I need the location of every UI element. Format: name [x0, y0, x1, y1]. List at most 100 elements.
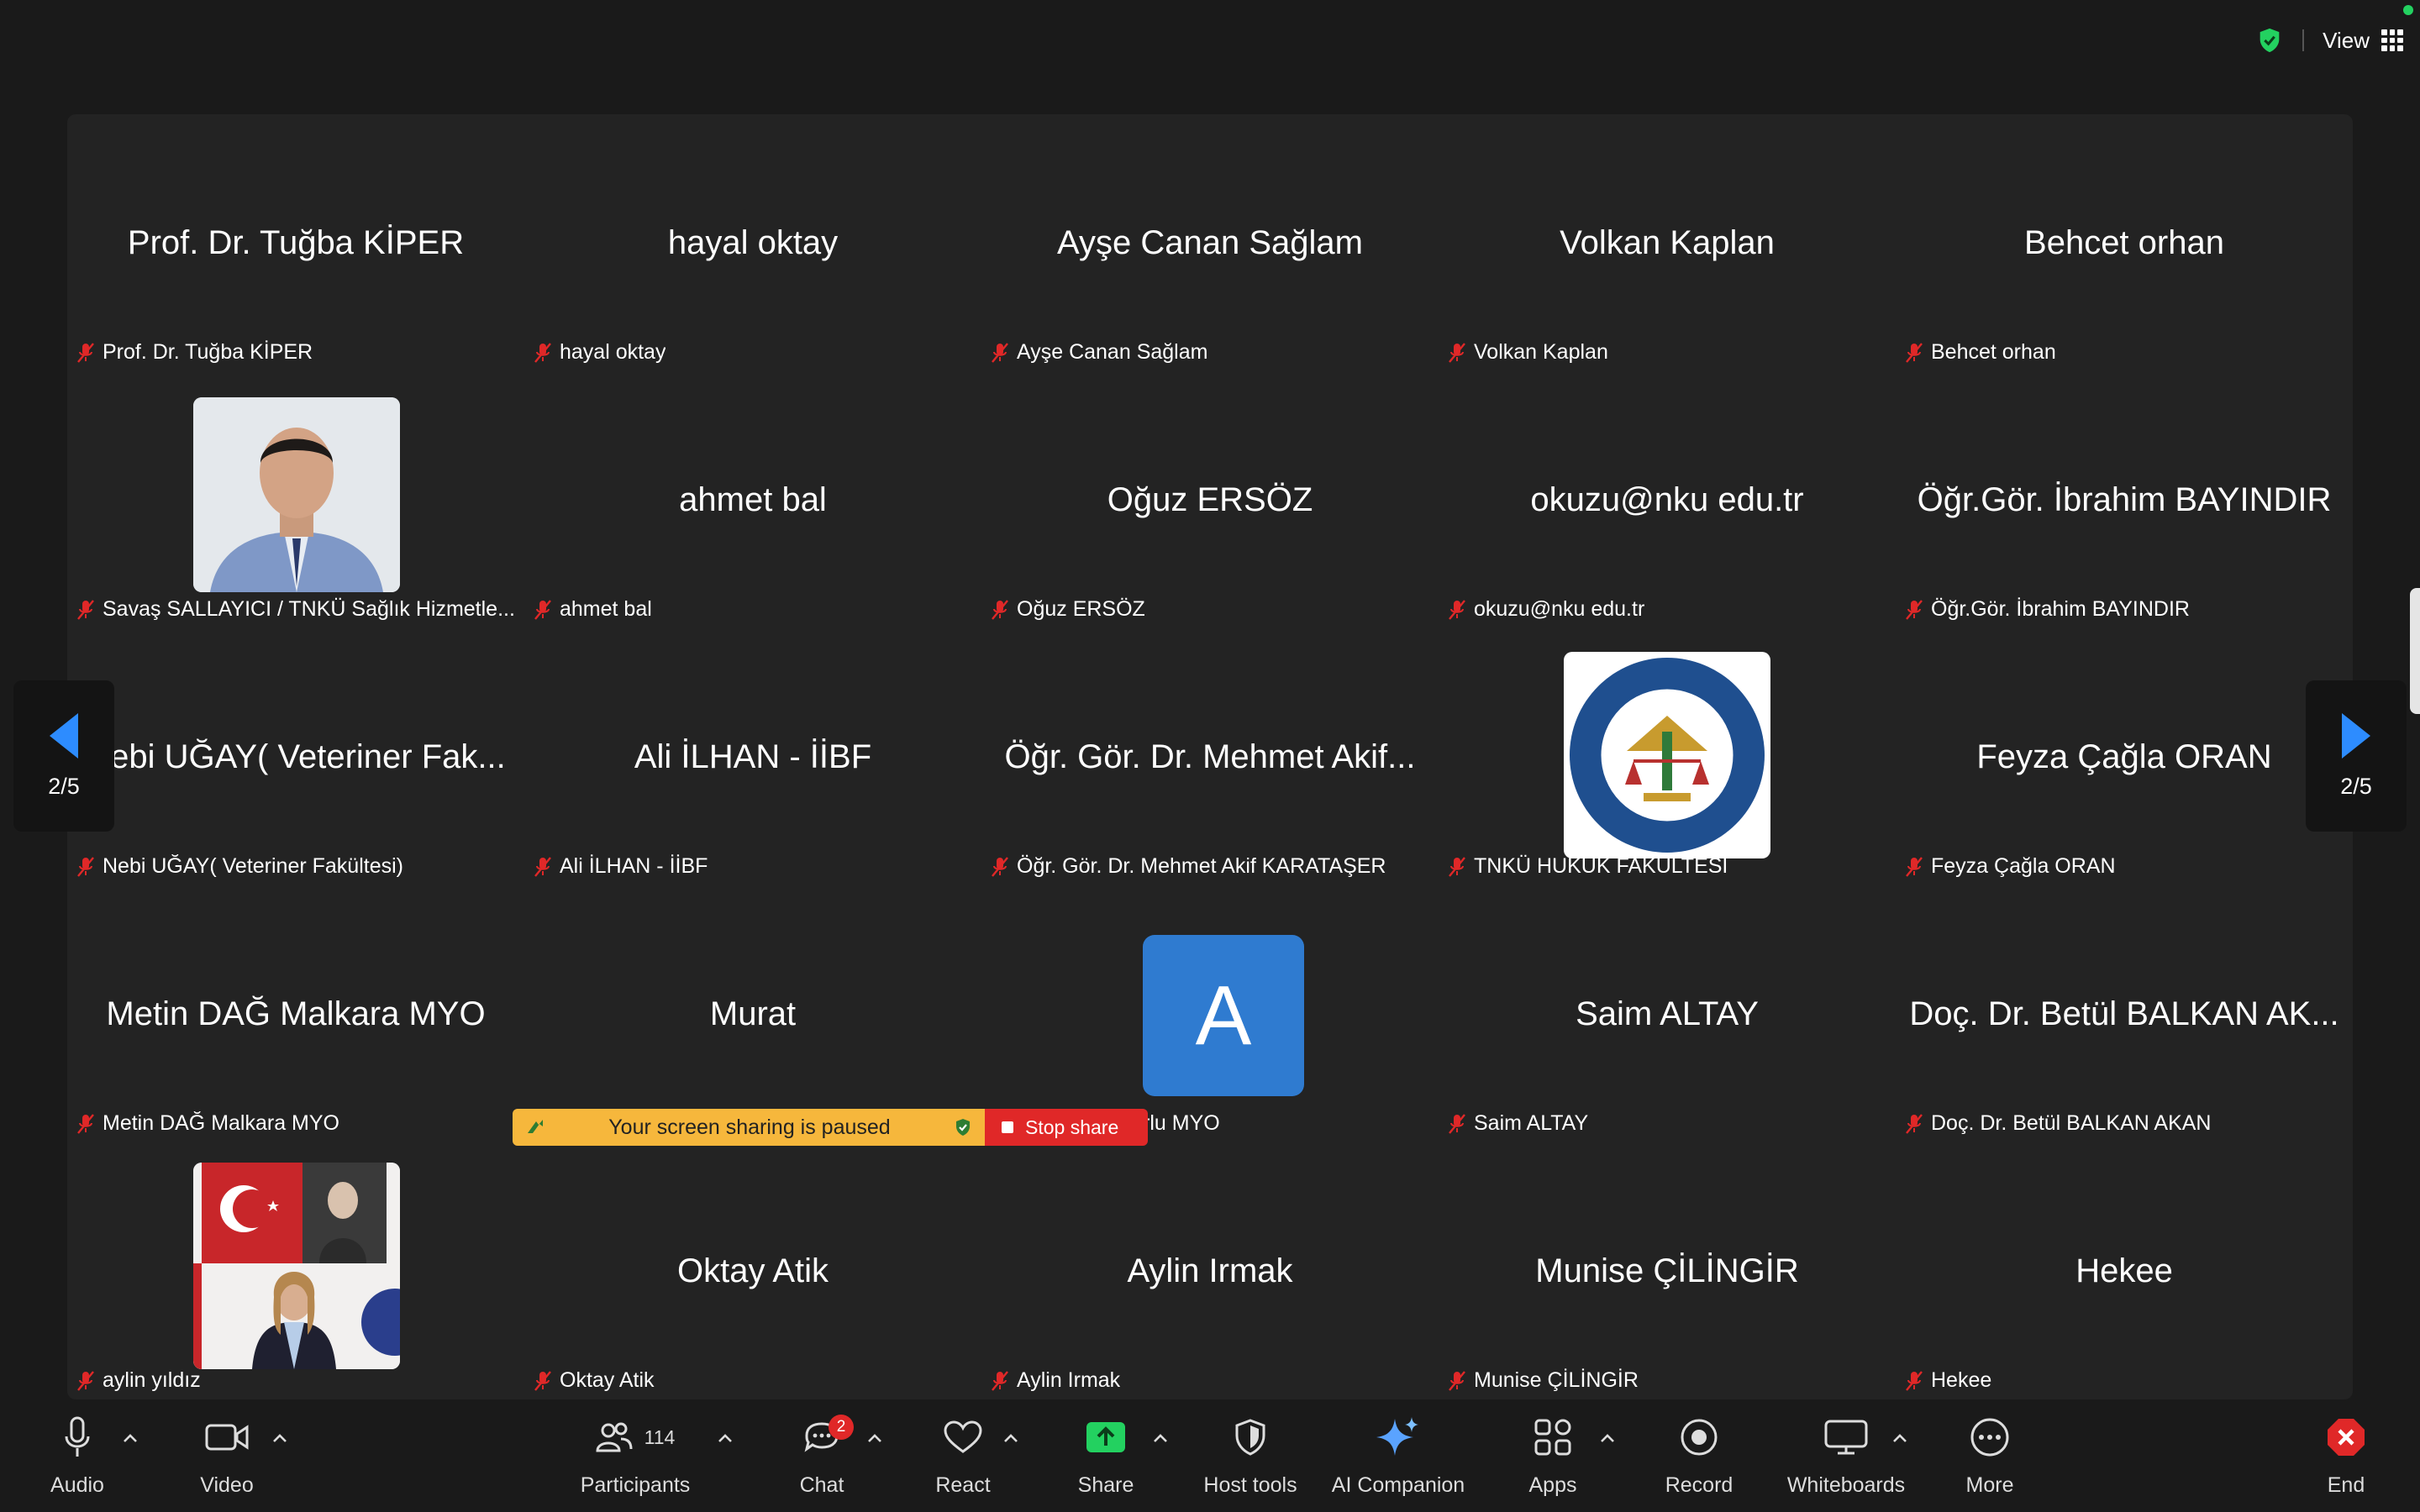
- participant-display-name: Munise ÇİLİNGİR: [1535, 1252, 1799, 1289]
- video-button[interactable]: Video: [193, 1408, 260, 1509]
- participant-tag-label: hayal oktay: [560, 340, 666, 364]
- end-meeting-button[interactable]: End: [2312, 1408, 2380, 1509]
- participants-button[interactable]: 114 Participants: [576, 1408, 694, 1509]
- participant-tile[interactable]: Feyza Çağla ORAN Feyza Çağla ORAN: [1896, 628, 2353, 885]
- screen-share-banner: Your screen sharing is paused Stop share: [513, 1109, 1148, 1146]
- encryption-shield-icon[interactable]: [2255, 26, 2284, 55]
- participants-options-chevron-icon[interactable]: [718, 1433, 733, 1443]
- participant-tag-label: Aylin Irmak: [1017, 1368, 1121, 1392]
- next-page-button[interactable]: 2/5: [2306, 680, 2407, 832]
- video-camera-icon: [205, 1424, 249, 1451]
- audio-button[interactable]: Audio: [44, 1408, 111, 1509]
- participant-name-tag: Metin DAĞ Malkara MYO: [76, 1111, 339, 1136]
- participant-tile[interactable]: A t Erhan Akan Çorlu MYO: [981, 885, 1439, 1142]
- host-tools-button[interactable]: Host tools: [1200, 1408, 1301, 1509]
- participant-name-tag: Feyza Çağla ORAN: [1904, 854, 2116, 879]
- whiteboards-options-chevron-icon[interactable]: [1892, 1433, 1907, 1443]
- participant-tile[interactable]: Ayşe Canan Sağlam Ayşe Canan Sağlam: [981, 114, 1439, 371]
- react-options-chevron-icon[interactable]: [1003, 1433, 1018, 1443]
- participant-tile[interactable]: hayal oktay hayal oktay: [524, 114, 981, 371]
- participant-tile[interactable]: Aylin Irmak Aylin Irmak: [981, 1142, 1439, 1399]
- participant-tile[interactable]: Saim ALTAY Saim ALTAY: [1439, 885, 1896, 1142]
- participant-display-name: Ali İLHAN - İİBF: [634, 738, 872, 775]
- view-button[interactable]: View: [2323, 28, 2403, 54]
- side-panel-handle[interactable]: [2410, 588, 2420, 714]
- participant-tile[interactable]: aylin yıldız: [67, 1142, 524, 1399]
- chat-options-chevron-icon[interactable]: [867, 1433, 882, 1443]
- participant-tile[interactable]: Prof. Dr. Tuğba KİPER Prof. Dr. Tuğba Kİ…: [67, 114, 524, 371]
- participant-display-name: Öğr.Gör. İbrahim BAYINDIR: [1917, 480, 2332, 518]
- participant-display-name: Hekee: [2075, 1252, 2173, 1289]
- participant-tile[interactable]: Ali İLHAN - İİBF Ali İLHAN - İİBF: [524, 628, 981, 885]
- participant-avatar: A: [1143, 935, 1304, 1096]
- record-button[interactable]: Record: [1665, 1408, 1733, 1509]
- muted-mic-icon: [534, 856, 551, 877]
- participant-tile[interactable]: Murat: [524, 885, 981, 1142]
- participant-tile[interactable]: ahmet bal ahmet bal: [524, 371, 981, 628]
- participant-display-name: Saim ALTAY: [1576, 995, 1759, 1032]
- participant-tag-label: Oktay Atik: [560, 1368, 655, 1392]
- more-button[interactable]: More: [1956, 1408, 2023, 1509]
- ai-sparkle-icon: [1376, 1417, 1418, 1456]
- participant-tile[interactable]: Oğuz ERSÖZ Oğuz ERSÖZ: [981, 371, 1439, 628]
- participant-tile[interactable]: okuzu@nku edu.tr okuzu@nku edu.tr: [1439, 371, 1896, 628]
- participant-tile[interactable]: Munise ÇİLİNGİR Munise ÇİLİNGİR: [1439, 1142, 1896, 1399]
- participant-name-tag: Oğuz ERSÖZ: [990, 597, 1145, 622]
- participant-display-name: ahmet bal: [679, 480, 827, 518]
- share-options-chevron-icon[interactable]: [1153, 1433, 1168, 1443]
- apps-button[interactable]: Apps: [1519, 1408, 1586, 1509]
- muted-mic-icon: [1449, 856, 1465, 877]
- muted-mic-icon: [534, 1370, 551, 1391]
- ai-companion-button[interactable]: AI Companion: [1331, 1408, 1465, 1509]
- react-button[interactable]: React: [929, 1408, 997, 1509]
- participant-tile[interactable]: Doç. Dr. Betül BALKAN AK... Doç. Dr. Bet…: [1896, 885, 2353, 1142]
- share-button[interactable]: Share: [1072, 1408, 1139, 1509]
- participant-tile[interactable]: Öğr.Gör. İbrahim BAYINDIR Öğr.Gör. İbrah…: [1896, 371, 2353, 628]
- more-label: More: [1965, 1473, 2014, 1497]
- participant-name-tag: Nebi UĞAY( Veteriner Fakültesi): [76, 854, 403, 879]
- participant-tile[interactable]: Hekee Hekee: [1896, 1142, 2353, 1399]
- muted-mic-icon: [1449, 342, 1465, 363]
- muted-mic-icon: [534, 342, 551, 363]
- participant-name-tag: Hekee: [1904, 1368, 1991, 1393]
- participant-tag-label: okuzu@nku edu.tr: [1474, 597, 1645, 621]
- stop-share-button[interactable]: Stop share: [985, 1109, 1148, 1146]
- whiteboards-button[interactable]: Whiteboards: [1783, 1408, 1909, 1509]
- participant-name-tag: okuzu@nku edu.tr: [1447, 597, 1644, 622]
- participant-tile[interactable]: Volkan Kaplan Volkan Kaplan: [1439, 114, 1896, 371]
- participants-label: Participants: [580, 1473, 691, 1497]
- chat-button[interactable]: Chat 2: [788, 1408, 855, 1509]
- share-paused-message[interactable]: Your screen sharing is paused: [513, 1109, 985, 1146]
- top-controls: View: [2255, 20, 2403, 60]
- participant-display-name: Metin DAĞ Malkara MYO: [106, 995, 486, 1032]
- apps-options-chevron-icon[interactable]: [1600, 1433, 1615, 1443]
- muted-mic-icon: [77, 1370, 94, 1391]
- previous-page-button[interactable]: 2/5: [13, 680, 114, 832]
- participant-tile[interactable]: Metin DAĞ Malkara MYO Metin DAĞ Malkara …: [67, 885, 524, 1142]
- status-dot: [2403, 5, 2413, 15]
- participant-tile[interactable]: Savaş SALLAYICI / TNKÜ Sağlık Hizmetle..…: [67, 371, 524, 628]
- stop-icon: [1002, 1121, 1013, 1133]
- participant-display-name: Murat: [709, 995, 797, 1032]
- participant-name-tag: Doç. Dr. Betül BALKAN AKAN: [1904, 1111, 2211, 1136]
- participant-tile[interactable]: Nebi UĞAY( Veteriner Fak... Nebi UĞAY( V…: [67, 628, 524, 885]
- participant-tag-label: Öğr.Gör. İbrahim BAYINDIR: [1931, 597, 2190, 621]
- audio-label: Audio: [50, 1473, 104, 1497]
- participant-tile[interactable]: TNKÜ HUKUK FAKÜLTESİ: [1439, 628, 1896, 885]
- whiteboards-label: Whiteboards: [1786, 1473, 1906, 1497]
- participant-name-tag: Behcet orhan: [1904, 340, 2056, 365]
- participant-tile[interactable]: Öğr. Gör. Dr. Mehmet Akif... Öğr. Gör. D…: [981, 628, 1439, 885]
- muted-mic-icon: [1906, 1370, 1923, 1391]
- participant-display-name: Doç. Dr. Betül BALKAN AK...: [1909, 995, 2339, 1032]
- participant-tile[interactable]: Oktay Atik Oktay Atik: [524, 1142, 981, 1399]
- participant-display-name: Öğr. Gör. Dr. Mehmet Akif...: [1004, 738, 1416, 775]
- audio-options-chevron-icon[interactable]: [123, 1433, 138, 1443]
- participant-tile[interactable]: Behcet orhan Behcet orhan: [1896, 114, 2353, 371]
- video-options-chevron-icon[interactable]: [272, 1433, 287, 1443]
- participant-tag-label: Savaş SALLAYICI / TNKÜ Sağlık Hizmetle..…: [103, 597, 515, 621]
- muted-mic-icon: [1906, 599, 1923, 620]
- participant-display-name: Aylin Irmak: [1127, 1252, 1293, 1289]
- participant-tag-label: ahmet bal: [560, 597, 652, 621]
- ai-companion-label: AI Companion: [1331, 1473, 1465, 1497]
- participant-tag-label: aylin yıldız: [103, 1368, 201, 1392]
